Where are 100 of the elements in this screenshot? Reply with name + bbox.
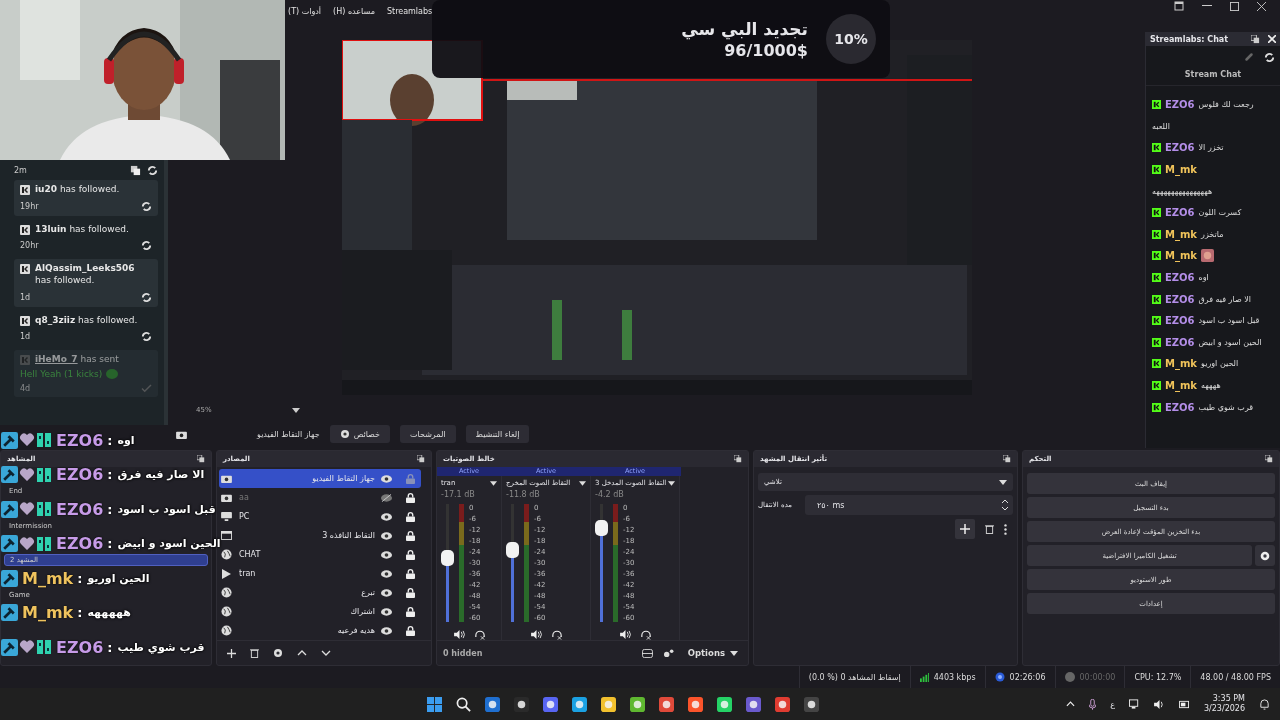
toolbar-button[interactable]: المرشحات [400,425,456,443]
eye-icon[interactable] [381,588,392,597]
lock-icon[interactable] [406,530,415,541]
source-item[interactable]: PC [219,507,421,526]
speaker-icon[interactable] [530,630,542,639]
volume-slider[interactable] [595,504,608,622]
check-icon[interactable] [141,384,152,394]
eye-icon[interactable] [381,626,392,635]
layout-icon[interactable] [641,648,653,658]
eye-icon[interactable] [381,512,392,521]
headphones-icon[interactable] [474,630,485,640]
chat-username[interactable]: EZO6 [1165,99,1195,111]
source-item[interactable]: جهاز التقاط الفيديو [219,469,421,488]
app-icon[interactable] [717,696,732,712]
settings-button[interactable] [1255,545,1275,566]
down-icon[interactable] [321,650,331,656]
trash-icon[interactable] [985,524,994,534]
volume-slider[interactable] [506,504,519,622]
slider-thumb[interactable] [595,519,608,536]
chat-username[interactable]: M_mk [1165,380,1198,391]
caret-icon[interactable] [291,407,300,413]
chat-username[interactable]: EZO6 [1165,336,1195,348]
spinner-arrows-icon[interactable] [1001,498,1009,512]
menu-item[interactable]: أدوات (T) [288,6,322,16]
app-icon[interactable] [746,696,761,712]
dock-icon[interactable] [1174,1,1184,11]
more-icon[interactable] [1004,523,1007,535]
popout-icon[interactable] [1251,34,1260,44]
up-icon[interactable] [297,650,307,656]
popout-icon[interactable] [197,455,205,463]
source-item[interactable]: aa [219,488,421,507]
chat-username[interactable]: M_mk [1165,228,1198,240]
refresh-icon[interactable] [141,331,152,343]
chevron-up-icon[interactable] [1066,701,1076,707]
popout-icon[interactable] [1003,455,1011,463]
duration-field[interactable]: ٢٥٠ ms [805,495,1013,515]
slider-thumb[interactable] [441,550,454,567]
eye-icon[interactable] [381,531,392,540]
app-icon[interactable] [514,696,529,712]
caret-icon[interactable] [490,480,497,486]
chat-username[interactable]: EZO6 [1165,293,1195,305]
start-icon[interactable] [427,696,442,712]
speaker-icon[interactable] [619,630,631,639]
app-icon[interactable] [572,696,587,712]
refresh-icon[interactable] [141,200,152,212]
lock-icon[interactable] [406,568,415,579]
chat-username[interactable]: M_mk [1165,164,1198,176]
headphones-icon[interactable] [640,630,651,640]
lock-icon[interactable] [406,587,415,598]
toolbar-button[interactable]: خصائص [329,425,390,443]
source-item[interactable]: CHAT [219,545,421,564]
refresh-icon[interactable] [1264,52,1275,63]
eye-icon[interactable] [381,474,392,483]
app-icon[interactable] [601,696,616,712]
notification-icon[interactable] [1259,698,1270,710]
lock-icon[interactable] [406,625,415,636]
source-item[interactable]: هديه فرعيه [219,621,421,640]
eye-icon[interactable] [381,550,392,559]
app-icon[interactable] [485,696,500,712]
caret-icon[interactable] [579,480,586,486]
source-item[interactable]: اشتراك [219,602,421,621]
app-icon[interactable] [775,696,790,712]
app-icon[interactable] [688,696,703,712]
popout-icon[interactable] [417,455,425,463]
caret-icon[interactable] [668,480,676,486]
minimize-icon[interactable] [1202,5,1212,7]
headphones-icon[interactable] [551,630,562,640]
maximize-icon[interactable] [1230,1,1239,11]
add-icon[interactable] [227,648,236,658]
add-icon[interactable] [955,519,975,539]
search-icon[interactable] [456,696,471,712]
lock-icon[interactable] [406,549,415,560]
chat-username[interactable]: EZO6 [1165,315,1195,327]
source-item[interactable]: تبرع [219,583,421,602]
clock-date[interactable]: 3/23/2026 [1203,704,1245,714]
speaker-icon[interactable] [453,630,465,639]
network-icon[interactable] [1128,699,1140,709]
app-icon[interactable] [659,696,674,712]
app-icon[interactable] [804,696,819,712]
chat-username[interactable]: EZO6 [1165,207,1195,219]
source-item[interactable]: tran [219,564,421,583]
volume-slider[interactable] [441,504,454,622]
app-icon[interactable] [543,696,558,712]
chat-username[interactable]: M_mk [1165,250,1198,262]
volume-icon[interactable] [1153,699,1165,709]
close-icon[interactable] [1257,1,1266,11]
chat-username[interactable]: EZO6 [1165,272,1195,284]
battery-icon[interactable] [1178,699,1190,709]
popout-icon[interactable] [130,164,141,176]
chat-username[interactable]: M_mk [1165,358,1198,370]
trash-icon[interactable] [250,648,259,658]
slider-thumb[interactable] [506,542,519,559]
menu-item[interactable]: Streamlabs [386,6,433,16]
microphone-icon[interactable] [1089,698,1097,710]
toolbar-button[interactable]: إلغاء التنشيط [465,425,530,443]
chat-username[interactable]: EZO6 [1165,142,1195,154]
lock-icon[interactable] [406,492,415,503]
lock-icon[interactable] [406,511,415,522]
refresh-icon[interactable] [147,164,158,176]
clock-time[interactable]: 3:35 PM [1212,694,1245,704]
